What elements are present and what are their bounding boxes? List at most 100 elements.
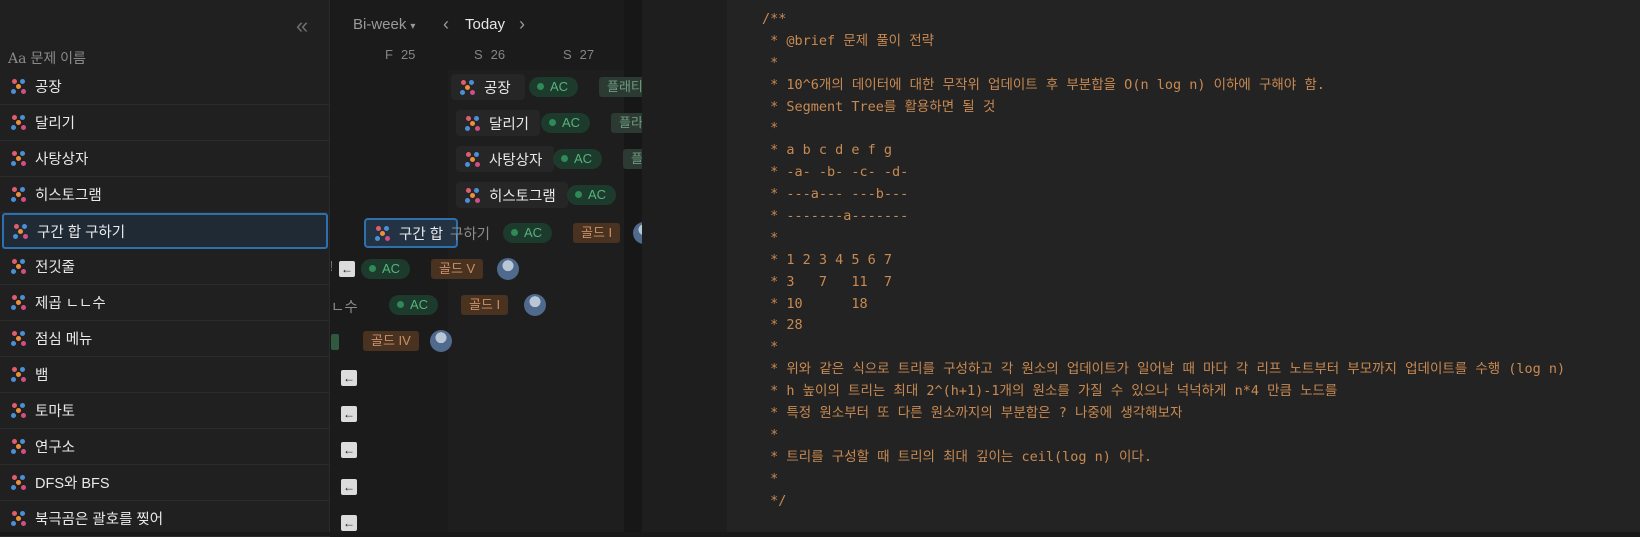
editor-gutter [642,0,727,532]
arrow-left-icon[interactable]: ← [341,406,357,422]
molecule-icon [10,258,27,275]
code-line: * 1 2 3 4 5 6 7 [762,251,893,268]
avatar [497,258,519,280]
card-title: 히스토그램 [489,188,556,205]
chevron-down-icon: ▾ [410,21,416,32]
table-row[interactable]: 점심 메뉴 [0,321,330,357]
molecule-icon [10,402,27,419]
avatar [430,330,452,352]
code-line: /** [762,11,787,27]
avatar [524,294,546,316]
row-title: 사탕상자 [35,152,89,168]
day-date: 27 [579,47,595,62]
column-header-label: 문제 이름 [30,50,86,66]
status-badge: AC [389,295,439,315]
molecule-icon [464,187,481,204]
day-date: 25 [400,47,416,62]
molecule-icon [10,366,27,383]
arrow-left-icon[interactable]: ← [341,515,357,531]
code-line: */ [762,492,787,509]
card-title: 공장 [484,80,511,97]
molecule-icon [10,78,27,95]
view-range-label: Bi-week [353,16,407,33]
row-title: 토마토 [35,404,76,420]
molecule-icon [459,79,476,96]
row-title: 히스토그램 [35,188,102,204]
row-title: 연구소 [35,440,76,456]
code-line: * a b c d e f g [762,142,893,159]
collapse-sidebar-icon[interactable]: « [296,14,316,38]
table-row[interactable]: 연구소 [0,429,330,465]
tier-badge: 골드 V [431,259,484,279]
code-line: * Segment Tree를 활용하면 될 것 [762,98,996,115]
arrow-left-icon[interactable]: ← [341,370,357,386]
molecule-icon [12,223,29,240]
code-line: * 10 18 [762,295,868,312]
molecule-icon [10,474,27,491]
day-date: 26 [490,47,506,62]
arrow-left-icon[interactable]: ← [341,479,357,495]
calendar-view: Bi-week ▾ ‹ Today › F 25 S 26 S 27 공장 AC 플래티… [331,0,642,532]
code-line: * 특정 원소부터 또 다른 원소까지의 부분합은 ? 나중에 생각해보자 [762,405,1183,422]
code-comment-block: /** * @brief 문제 풀이 전략 * * 10^6개의 데이터에 대한… [762,9,1565,512]
status-badge: AC [529,77,579,97]
code-line: * 3 7 11 7 [762,273,893,290]
code-line: * 28 [762,317,803,334]
table-row[interactable]: 공장 [0,69,330,105]
card-title-fragment: ! [331,259,333,275]
card-title: 구간 합 [399,226,444,243]
molecule-icon [10,186,27,203]
arrow-left-icon[interactable]: ← [339,261,355,277]
code-line: * [762,120,779,137]
table-row[interactable]: 히스토그램 [0,177,330,213]
calendar-card[interactable]: 달리기 [456,110,540,136]
molecule-icon [10,438,27,455]
status-badge: AC [553,149,603,169]
row-title: 구간 합 구하기 [37,224,126,241]
row-title: 뱀 [35,368,49,384]
row-title: 제곱 ㄴㄴ수 [35,296,106,312]
molecule-icon [10,150,27,167]
status-badge: AC [361,259,411,279]
today-button[interactable]: Today [465,16,505,33]
status-badge: AC [567,185,617,205]
code-line: * 10^6개의 데이터에 대한 무작위 업데이트 후 부분합을 O(n log… [762,76,1325,93]
table-row-selected[interactable]: 구간 합 구하기 [2,213,328,249]
day-header: S 26 [474,47,505,62]
day-header: S 27 [563,47,594,62]
table-row[interactable]: 뱀 [0,357,330,393]
card-title-fragment: ㄴ수 [331,300,358,316]
text-property-icon: Aa [8,51,27,67]
problem-list-panel: « Aa 문제 이름 공장 달리기 사탕상자 히스토그램 구간 합 구하기 전깃줄… [0,0,330,537]
tier-badge: 플라 [611,113,642,133]
table-row[interactable]: 토마토 [0,393,330,429]
next-period-icon[interactable]: › [519,14,525,35]
calendar-card[interactable]: 공장 [451,74,525,100]
view-range-dropdown[interactable]: Bi-week ▾ [353,16,415,33]
previous-period-icon[interactable]: ‹ [443,14,449,35]
calendar-card-selected[interactable]: 구간 합 [364,218,458,248]
calendar-card[interactable]: 사탕상자 [456,146,554,172]
arrow-left-icon[interactable]: ← [341,442,357,458]
molecule-icon [374,225,391,242]
row-title: 점심 메뉴 [35,332,93,348]
code-editor[interactable]: /** * @brief 문제 풀이 전략 * * 10^6개의 데이터에 대한… [727,0,1640,532]
table-row[interactable]: 제곱 ㄴㄴ수 [0,285,330,321]
molecule-icon [464,151,481,168]
table-row[interactable]: 달리기 [0,105,330,141]
card-title: 달리기 [489,116,530,133]
tier-badge: 골드 I [573,223,621,243]
row-title: 달리기 [35,116,76,132]
day-weekday: S [474,47,483,62]
row-title: DFS와 BFS [35,476,110,492]
tier-badge: 플 [623,149,642,169]
tier-badge: 골드 IV [363,331,419,351]
column-header-name[interactable]: Aa 문제 이름 [8,48,86,68]
day-weekday: S [563,47,572,62]
molecule-icon [10,294,27,311]
table-row[interactable]: DFS와 BFS [0,465,330,501]
table-row[interactable]: 사탕상자 [0,141,330,177]
table-row[interactable]: 전깃줄 [0,249,330,285]
calendar-card[interactable]: 히스토그램 [456,182,568,208]
code-line: * [762,229,779,246]
